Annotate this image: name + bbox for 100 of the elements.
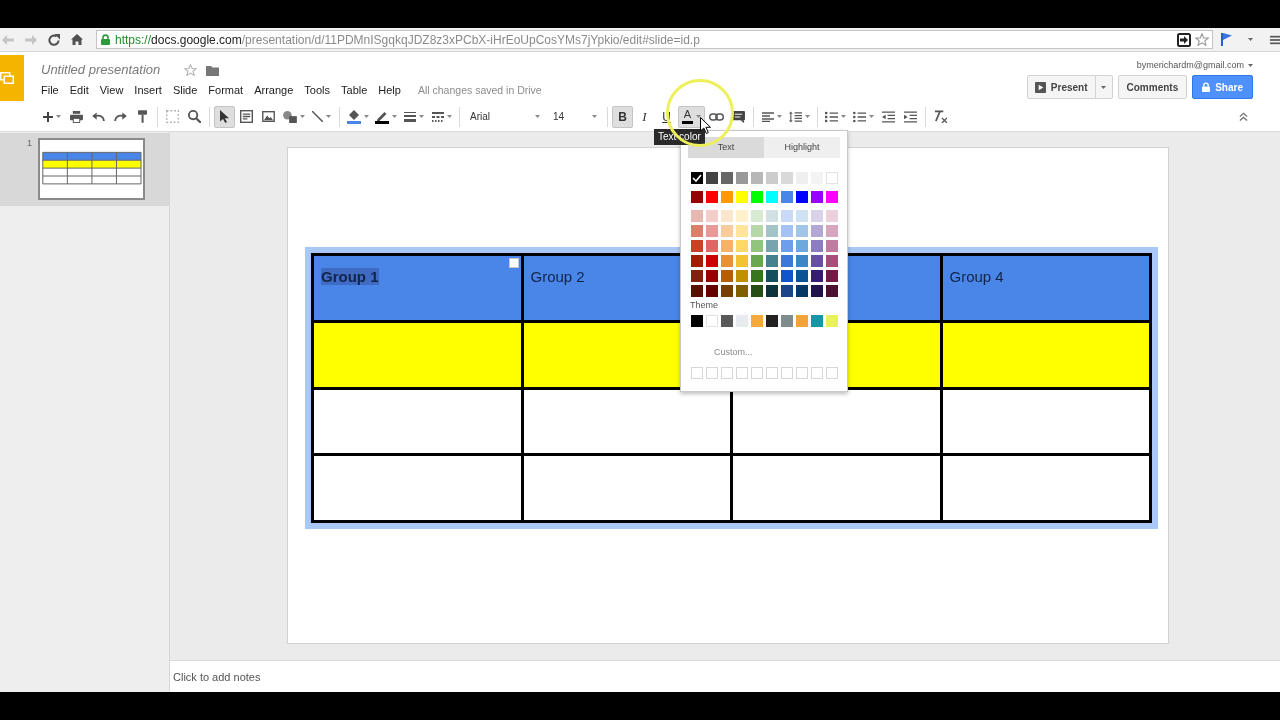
table-cell[interactable] [942,322,1149,387]
swatch-icon[interactable] [751,191,763,203]
empty-swatch-slot[interactable] [691,367,703,379]
swatch-icon[interactable] [826,255,838,267]
menu-item[interactable]: Edit [69,83,89,97]
swatch-icon[interactable] [751,270,763,282]
swatch-icon[interactable] [826,172,838,184]
menu-item[interactable]: Slide [172,83,198,97]
menu-item[interactable]: Format [208,83,244,97]
table-cell[interactable] [523,389,730,454]
menu-item[interactable]: Tools [304,83,330,97]
menu-item[interactable]: Table [341,83,368,97]
swatch-icon[interactable] [691,315,703,327]
swatch-icon[interactable] [796,225,808,237]
empty-swatch-slot[interactable] [826,367,838,379]
empty-swatch-slot[interactable] [736,367,748,379]
empty-swatch-slot[interactable] [706,367,718,379]
star-icon[interactable] [184,64,198,76]
swatch-icon[interactable] [796,240,808,252]
swatch-icon[interactable] [691,285,703,297]
swatch-icon[interactable] [766,270,778,282]
swatch-icon[interactable] [781,315,793,327]
table-cell[interactable] [942,456,1149,520]
swatch-icon[interactable] [751,172,763,184]
swatch-icon[interactable] [721,225,733,237]
swatch-icon[interactable] [766,210,778,222]
table-cell[interactable] [733,456,940,520]
swatch-icon[interactable] [721,285,733,297]
swatch-icon[interactable] [826,270,838,282]
custom-color-link[interactable]: Custom... [714,347,753,357]
swatch-icon[interactable] [721,191,733,203]
swatch-icon[interactable] [706,240,718,252]
caret-icon[interactable] [1248,63,1253,67]
swatch-icon[interactable] [781,255,793,267]
swatch-icon[interactable] [766,285,778,297]
swatch-icon[interactable] [721,255,733,267]
swatch-icon[interactable] [796,255,808,267]
menu-item[interactable]: View [99,83,124,97]
swatch-icon[interactable] [721,210,733,222]
bookmark-star-icon[interactable] [1195,33,1209,46]
swatch-icon[interactable] [781,210,793,222]
swatch-icon[interactable] [766,255,778,267]
caret-icon[interactable] [1248,38,1253,41]
swatch-icon[interactable] [796,270,808,282]
swatch-icon[interactable] [751,315,763,327]
swatch-icon[interactable] [691,210,703,222]
collapse-icon[interactable] [1239,112,1248,121]
swatch-icon[interactable] [781,225,793,237]
swatch-icon[interactable] [751,225,763,237]
swatch-icon[interactable] [826,315,838,327]
swatch-icon[interactable] [736,270,748,282]
menu-icon[interactable] [1270,34,1280,45]
swatch-icon[interactable] [706,210,718,222]
empty-swatch-slot[interactable] [781,367,793,379]
document-title[interactable]: Untitled presentation [41,61,161,79]
font-size-dropdown[interactable]: 14 [547,105,603,128]
swatch-icon[interactable] [736,172,748,184]
swatch-icon[interactable] [736,210,748,222]
swatch-icon[interactable] [811,191,823,203]
table-cell[interactable] [314,322,521,387]
swatch-icon[interactable] [691,240,703,252]
swatch-icon[interactable] [811,240,823,252]
table-cell[interactable] [314,389,521,454]
swatch-icon[interactable] [706,255,718,267]
swatch-icon[interactable] [736,285,748,297]
swatch-icon[interactable] [736,255,748,267]
slide-thumbnail[interactable] [38,138,145,200]
account-email[interactable]: bymerichardm@gmail.com [1136,59,1244,71]
swatch-icon[interactable] [781,172,793,184]
table-cell[interactable] [523,456,730,520]
swatch-icon[interactable] [751,240,763,252]
swatch-icon[interactable] [811,315,823,327]
swatch-icon[interactable] [721,172,733,184]
swatch-icon[interactable] [691,172,703,184]
swatch-icon[interactable] [781,191,793,203]
text-color-button[interactable]: A [678,105,705,128]
swatch-icon[interactable] [766,172,778,184]
swatch-icon[interactable] [706,270,718,282]
swatch-icon[interactable] [736,240,748,252]
swatch-icon[interactable] [796,315,808,327]
swatch-icon[interactable] [706,315,718,327]
swatch-icon[interactable] [826,191,838,203]
bold-button[interactable]: B [612,105,633,128]
swatch-icon[interactable] [736,225,748,237]
swatch-icon[interactable] [781,270,793,282]
swatch-icon[interactable] [721,240,733,252]
empty-swatch-slot[interactable] [751,367,763,379]
comments-button[interactable]: Comments [1117,75,1188,99]
swatch-icon[interactable] [766,240,778,252]
box-arrow-icon[interactable] [1177,32,1191,47]
app-logo[interactable] [0,55,24,101]
swatch-icon[interactable] [766,315,778,327]
empty-swatch-slot[interactable] [796,367,808,379]
table-cell[interactable] [733,389,940,454]
swatch-icon[interactable] [796,285,808,297]
menu-item[interactable]: Help [378,83,401,97]
swatch-icon[interactable] [706,225,718,237]
swatch-icon[interactable] [751,285,763,297]
font-dropdown[interactable]: Arial [464,105,546,128]
table-cell[interactable] [942,389,1149,454]
